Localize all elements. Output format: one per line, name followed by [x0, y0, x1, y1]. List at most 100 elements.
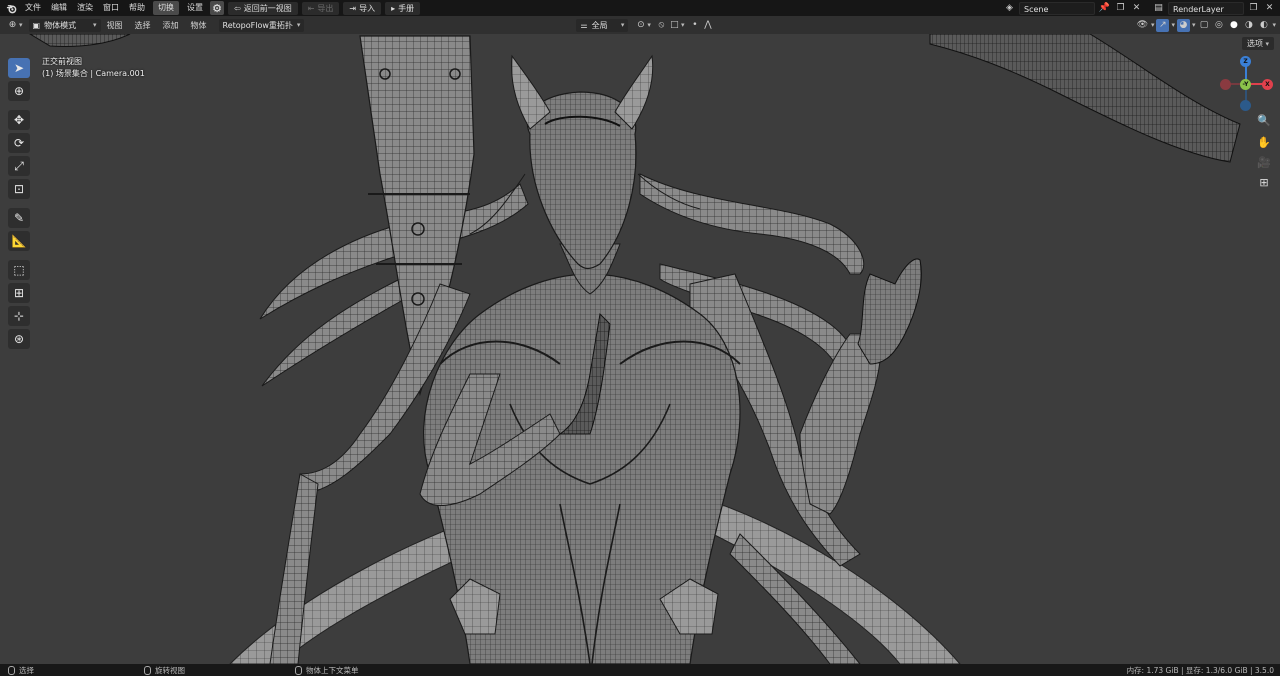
- wireframe-model: [29, 34, 1241, 664]
- viewport-header: ⊕ ▾ ▣ 物体模式 ▾ 视图 选择 添加 物体 RetopoFlow重拓扑 ▾…: [0, 16, 1280, 34]
- chevron-down-icon[interactable]: ▾: [1151, 21, 1155, 29]
- axis-neg-z-icon[interactable]: [1240, 100, 1251, 111]
- menu-view[interactable]: 视图: [101, 20, 129, 31]
- gear-icon[interactable]: ⚙: [210, 1, 224, 15]
- menu-object[interactable]: 物体: [185, 20, 213, 31]
- retopoflow-tool-icon[interactable]: ⊞: [8, 283, 30, 303]
- mode-label: 物体模式: [44, 20, 77, 30]
- render-layer-icon[interactable]: ▤: [1152, 2, 1165, 15]
- measure-tool-icon[interactable]: 📐: [8, 231, 30, 251]
- solid-shading-icon[interactable]: ●: [1227, 19, 1240, 32]
- mode-select[interactable]: ▣ 物体模式 ▾: [28, 18, 101, 32]
- falloff-icon[interactable]: ⋀: [701, 19, 714, 32]
- axis-z-icon[interactable]: Z: [1240, 56, 1251, 67]
- 3d-viewport[interactable]: 正交前视图 (1) 场景集合 | Camera.001 ➤ ⊕ ✥ ⟳ ⤢ ⊡ …: [0, 34, 1280, 664]
- back-label: 返回前一视图: [243, 3, 292, 13]
- menu-file[interactable]: 文件: [20, 1, 46, 15]
- select-box-tool-icon[interactable]: ➤: [8, 58, 30, 78]
- status-context-label: 物体上下文菜单: [306, 665, 359, 675]
- mouse-left-icon: [8, 665, 15, 675]
- mouse-middle-icon: [144, 665, 151, 675]
- axis-neg-y-icon[interactable]: -Y: [1240, 79, 1251, 90]
- axis-neg-x-icon[interactable]: [1220, 79, 1231, 90]
- visibility-icon[interactable]: 👁: [1136, 19, 1149, 32]
- orientation-icon: ⚌: [580, 20, 588, 30]
- delete-scene-icon[interactable]: ✕: [1130, 2, 1143, 15]
- menu-window[interactable]: 窗口: [98, 1, 124, 15]
- chevron-down-icon[interactable]: ▾: [681, 21, 685, 29]
- workspace-tab-switch[interactable]: 切换: [153, 1, 179, 15]
- cursor-tool-icon[interactable]: ⊕: [8, 81, 30, 101]
- editor-type-icon[interactable]: ⊕: [6, 19, 19, 32]
- manual-label: 手册: [398, 3, 415, 13]
- rendered-shading-icon[interactable]: ◐: [1257, 19, 1270, 32]
- manual-icon: ▸: [391, 3, 396, 13]
- status-select-label: 选择: [19, 665, 34, 675]
- ruler-tool-icon[interactable]: ⊛: [8, 329, 30, 349]
- back-to-previous-button[interactable]: ⇦ 返回前一视图: [228, 1, 298, 15]
- snap-icon[interactable]: ⦸: [655, 19, 668, 32]
- scene-field[interactable]: Scene: [1019, 1, 1095, 15]
- chevron-down-icon[interactable]: ▾: [1192, 21, 1196, 29]
- export-button[interactable]: ⇤ 导出: [301, 1, 340, 15]
- delete-layer-icon[interactable]: ✕: [1263, 2, 1276, 15]
- overlay-toggle-icon[interactable]: ◕: [1176, 18, 1190, 32]
- duplicate-layer-icon[interactable]: ❐: [1247, 2, 1260, 15]
- menu-help[interactable]: 帮助: [124, 1, 150, 15]
- back-icon: ⇦: [234, 3, 241, 13]
- pivot-icon[interactable]: ⊙: [634, 19, 647, 32]
- camera-view-icon[interactable]: 🎥: [1256, 154, 1272, 170]
- manual-button[interactable]: ▸ 手册: [385, 1, 421, 15]
- zoom-icon[interactable]: 🔍: [1256, 112, 1272, 128]
- scale-tool-icon[interactable]: ⤢: [8, 156, 30, 176]
- chevron-down-icon: ▾: [620, 20, 625, 29]
- mouse-right-icon: [295, 665, 302, 675]
- chevron-down-icon: ▾: [93, 20, 97, 29]
- ortho-grid-icon[interactable]: ⊞: [1256, 174, 1272, 190]
- chevron-down-icon: ▾: [296, 20, 301, 29]
- menu-add[interactable]: 添加: [157, 20, 185, 31]
- snap-tool-icon[interactable]: ⊹: [8, 306, 30, 326]
- blender-logo-icon[interactable]: [4, 1, 18, 15]
- duplicate-scene-icon[interactable]: ❐: [1114, 2, 1127, 15]
- menu-edit[interactable]: 编辑: [46, 1, 72, 15]
- wireframe-shading-icon[interactable]: ◎: [1212, 19, 1225, 32]
- pan-hand-icon[interactable]: ✋: [1256, 134, 1272, 150]
- transform-tool-icon[interactable]: ⊡: [8, 179, 30, 199]
- chevron-down-icon[interactable]: ▾: [647, 21, 651, 29]
- material-shading-icon[interactable]: ◑: [1242, 19, 1255, 32]
- options-label: 选项: [1247, 39, 1263, 48]
- export-label: 导出: [317, 3, 334, 13]
- axis-x-icon[interactable]: X: [1262, 79, 1273, 90]
- view-name: 正交前视图: [42, 57, 82, 66]
- xray-icon[interactable]: ▢: [1197, 19, 1210, 32]
- export-icon: ⇤: [307, 3, 315, 13]
- scene-icon[interactable]: ◈: [1003, 2, 1016, 15]
- render-layer-field[interactable]: RenderLayer: [1168, 1, 1244, 15]
- gizmo-toggle-icon[interactable]: ↗: [1156, 18, 1170, 32]
- status-stats: 内存: 1.73 GiB | 显存: 1.3/6.0 GiB | 3.5.0: [1126, 665, 1274, 675]
- orientation-label: 全局: [591, 20, 608, 30]
- menu-select[interactable]: 选择: [129, 20, 157, 31]
- retopoflow-label: RetopoFlow重拓扑: [222, 20, 293, 30]
- import-label: 导入: [359, 3, 376, 13]
- pin-icon[interactable]: 📌: [1098, 2, 1111, 15]
- chevron-down-icon[interactable]: ▾: [1171, 21, 1175, 29]
- chevron-down-icon[interactable]: ▾: [1272, 21, 1276, 29]
- settings-menu[interactable]: 设置: [182, 1, 208, 15]
- status-rotate-label: 旋转视图: [155, 665, 185, 675]
- transform-orientation-select[interactable]: ⚌ 全局 ▾: [576, 18, 629, 32]
- retopoflow-menu[interactable]: RetopoFlow重拓扑 ▾: [218, 18, 305, 32]
- chevron-down-icon[interactable]: ▾: [19, 21, 23, 29]
- proportional-edit-icon[interactable]: •: [688, 19, 701, 32]
- menu-render[interactable]: 渲染: [72, 1, 98, 15]
- top-menu-bar: 文件 编辑 渲染 窗口 帮助 切换 设置 ⚙ ⇦ 返回前一视图 ⇤ 导出 ⇥ 导…: [0, 0, 1280, 16]
- snap-target-icon[interactable]: □: [668, 19, 681, 32]
- chevron-down-icon: ▾: [1265, 40, 1270, 48]
- rotate-tool-icon[interactable]: ⟳: [8, 133, 30, 153]
- annotate-tool-icon[interactable]: ✎: [8, 208, 30, 228]
- options-dropdown[interactable]: 选项 ▾: [1242, 37, 1275, 50]
- move-tool-icon[interactable]: ✥: [8, 110, 30, 130]
- add-cube-tool-icon[interactable]: ⬚: [8, 260, 30, 280]
- import-button[interactable]: ⇥ 导入: [343, 1, 382, 15]
